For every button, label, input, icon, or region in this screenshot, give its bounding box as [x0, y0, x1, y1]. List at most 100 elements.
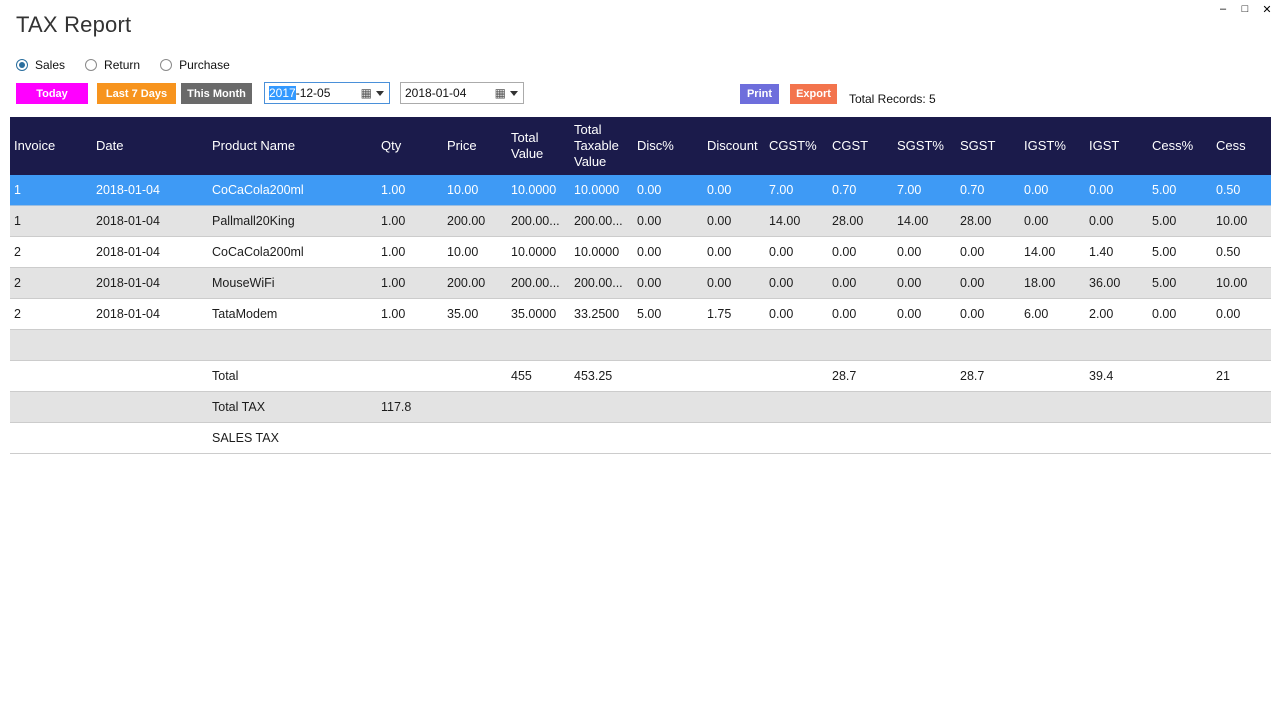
table-cell[interactable]	[507, 423, 570, 454]
table-cell[interactable]: 28.7	[956, 361, 1020, 392]
table-cell[interactable]: 28.7	[828, 361, 893, 392]
to-date-input[interactable]: 2018-01-04 ▦	[400, 82, 524, 104]
column-header-igstpct[interactable]: IGST%	[1020, 117, 1085, 175]
chevron-down-icon[interactable]	[510, 91, 518, 96]
table-cell[interactable]	[765, 423, 828, 454]
table-cell[interactable]: 14.00	[1020, 237, 1085, 268]
close-icon[interactable]: ✕	[1256, 0, 1278, 18]
table-cell[interactable]	[377, 423, 443, 454]
table-cell[interactable]	[507, 392, 570, 423]
table-cell[interactable]: 10.00	[1212, 206, 1271, 237]
table-cell[interactable]: 1.00	[377, 268, 443, 299]
table-cell[interactable]: 0.00	[633, 237, 703, 268]
column-header-qty[interactable]: Qty	[377, 117, 443, 175]
table-cell[interactable]	[10, 361, 92, 392]
table-cell[interactable]: 0.50	[1212, 237, 1271, 268]
table-cell[interactable]: 7.00	[765, 175, 828, 206]
column-header-cess[interactable]: Cess	[1212, 117, 1271, 175]
table-cell[interactable]	[703, 423, 765, 454]
table-cell[interactable]: 0.50	[1212, 175, 1271, 206]
table-cell[interactable]: 1.75	[703, 299, 765, 330]
radio-sales[interactable]: Sales	[16, 58, 65, 72]
table-cell[interactable]	[765, 361, 828, 392]
table-cell[interactable]: 10.0000	[570, 175, 633, 206]
table-cell[interactable]: 1.00	[377, 206, 443, 237]
table-cell[interactable]: 1	[10, 206, 92, 237]
table-cell[interactable]: 10.00	[443, 237, 507, 268]
table-cell[interactable]: 200.00...	[507, 206, 570, 237]
table-cell[interactable]: 1.40	[1085, 237, 1148, 268]
table-cell[interactable]: 0.00	[765, 299, 828, 330]
table-cell[interactable]: 1.00	[377, 299, 443, 330]
column-header-discount[interactable]: Discount	[703, 117, 765, 175]
table-row[interactable]: 22018-01-04CoCaCola200ml1.0010.0010.0000…	[10, 237, 1271, 268]
export-button[interactable]: Export	[790, 84, 837, 104]
table-cell[interactable]	[765, 330, 828, 361]
table-cell[interactable]	[703, 361, 765, 392]
table-cell[interactable]	[893, 361, 956, 392]
table-cell[interactable]	[10, 423, 92, 454]
radio-return[interactable]: Return	[85, 58, 140, 72]
table-cell[interactable]: Pallmall20King	[208, 206, 377, 237]
table-cell[interactable]	[377, 361, 443, 392]
table-cell[interactable]: 5.00	[1148, 206, 1212, 237]
column-header-igst[interactable]: IGST	[1085, 117, 1148, 175]
table-cell[interactable]: 36.00	[1085, 268, 1148, 299]
table-cell[interactable]: 0.00	[703, 206, 765, 237]
column-header-date[interactable]: Date	[92, 117, 208, 175]
table-cell[interactable]: 28.00	[828, 206, 893, 237]
column-header-sgst[interactable]: SGST	[956, 117, 1020, 175]
table-cell[interactable]: 1	[10, 175, 92, 206]
table-cell[interactable]	[1085, 423, 1148, 454]
table-cell[interactable]	[633, 392, 703, 423]
table-row[interactable]: SALES TAX	[10, 423, 1271, 454]
table-cell[interactable]: SALES TAX	[208, 423, 377, 454]
table-cell[interactable]: 1.00	[377, 237, 443, 268]
column-header-cesspct[interactable]: Cess%	[1148, 117, 1212, 175]
table-cell[interactable]: 0.00	[828, 268, 893, 299]
table-cell[interactable]: 6.00	[1020, 299, 1085, 330]
table-cell[interactable]	[443, 423, 507, 454]
table-cell[interactable]	[893, 392, 956, 423]
column-header-invoice[interactable]: Invoice	[10, 117, 92, 175]
table-cell[interactable]	[570, 330, 633, 361]
table-cell[interactable]: 10.00	[1212, 268, 1271, 299]
table-cell[interactable]	[1020, 423, 1085, 454]
table-cell[interactable]: 0.00	[1020, 175, 1085, 206]
table-cell[interactable]: 200.00	[443, 206, 507, 237]
table-cell[interactable]: 10.0000	[507, 175, 570, 206]
column-header-total-value[interactable]: Total Value	[507, 117, 570, 175]
table-row[interactable]: 12018-01-04Pallmall20King1.00200.00200.0…	[10, 206, 1271, 237]
table-cell[interactable]: 0.00	[633, 206, 703, 237]
table-cell[interactable]	[956, 330, 1020, 361]
calendar-icon[interactable]: ▦	[361, 87, 372, 99]
table-cell[interactable]: 21	[1212, 361, 1271, 392]
table-cell[interactable]: 0.00	[1148, 299, 1212, 330]
table-cell[interactable]: 2018-01-04	[92, 175, 208, 206]
table-cell[interactable]: 0.00	[703, 268, 765, 299]
table-cell[interactable]: 2018-01-04	[92, 237, 208, 268]
table-cell[interactable]: 0.70	[828, 175, 893, 206]
this-month-button[interactable]: This Month	[181, 83, 252, 104]
table-cell[interactable]	[1212, 423, 1271, 454]
table-cell[interactable]	[828, 392, 893, 423]
table-cell[interactable]: 10.0000	[570, 237, 633, 268]
table-cell[interactable]: 2018-01-04	[92, 299, 208, 330]
from-date-input[interactable]: 2017-12-05 ▦	[264, 82, 390, 104]
table-cell[interactable]: 5.00	[1148, 237, 1212, 268]
table-cell[interactable]	[828, 330, 893, 361]
column-header-sgstpct[interactable]: SGST%	[893, 117, 956, 175]
table-cell[interactable]	[1020, 361, 1085, 392]
table-row[interactable]: 22018-01-04TataModem1.0035.0035.000033.2…	[10, 299, 1271, 330]
table-cell[interactable]	[1148, 330, 1212, 361]
table-cell[interactable]: 35.00	[443, 299, 507, 330]
table-cell[interactable]: 0.00	[633, 175, 703, 206]
table-cell[interactable]	[828, 423, 893, 454]
table-cell[interactable]: 0.00	[893, 268, 956, 299]
table-cell[interactable]	[956, 423, 1020, 454]
table-cell[interactable]: 10.00	[443, 175, 507, 206]
table-cell[interactable]	[956, 392, 1020, 423]
table-cell[interactable]	[1148, 361, 1212, 392]
table-cell[interactable]	[92, 361, 208, 392]
table-cell[interactable]: 33.2500	[570, 299, 633, 330]
